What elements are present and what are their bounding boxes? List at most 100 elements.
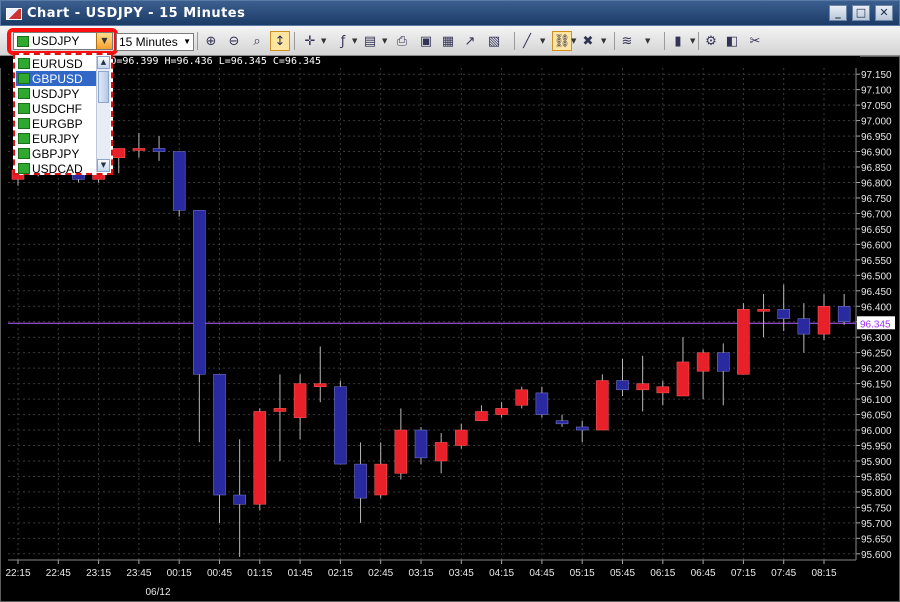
x-tick-label: 22:45 <box>46 568 71 579</box>
chevron-down-icon[interactable]: ▼ <box>540 37 545 45</box>
candle-body[interactable] <box>475 411 488 422</box>
candle-body[interactable] <box>394 429 408 474</box>
candle-body[interactable] <box>676 361 690 397</box>
draw-line-icon[interactable]: ╱ <box>517 31 537 51</box>
candle-body[interactable] <box>817 306 831 335</box>
candle-body[interactable] <box>717 352 730 372</box>
candle-body[interactable] <box>596 380 609 431</box>
candle-body[interactable] <box>737 309 750 375</box>
candle-body[interactable] <box>132 148 146 151</box>
zoom-in-icon[interactable]: ⊕ <box>201 31 221 51</box>
dropdown-item-eurjpy[interactable]: EURJPY <box>16 131 97 146</box>
candle-body[interactable] <box>777 309 790 319</box>
dropdown-item-gbpusd[interactable]: GBPUSD <box>16 71 97 86</box>
scroll-up-icon[interactable]: ▲ <box>97 56 110 69</box>
fibonacci-icon[interactable]: ≋ <box>617 31 637 51</box>
candlestick-chart[interactable]: 95.600 95.650 95.700 95.750 95.800 95.850 95.9… <box>0 56 900 602</box>
chevron-down-icon[interactable]: ▼ <box>321 37 326 45</box>
candle-body[interactable] <box>495 408 508 415</box>
candle-body[interactable] <box>434 442 448 462</box>
zoom-out-icon[interactable]: ⊖ <box>224 31 244 51</box>
x-tick-label: 22:15 <box>5 568 30 579</box>
dropdown-item-eurgbp[interactable]: EURGBP <box>16 116 97 131</box>
auto-scale-icon[interactable]: ↕ <box>270 31 290 51</box>
candle-body[interactable] <box>797 318 811 335</box>
zoom-fit-icon[interactable]: ⌕ <box>247 31 267 51</box>
dropdown-item-label: USDCHF <box>32 101 82 116</box>
chevron-down-icon[interactable]: ▼ <box>382 37 387 45</box>
window-titlebar: Chart - USDJPY - 15 Minutes _ □ ✕ <box>0 0 900 26</box>
candle-body[interactable] <box>575 426 589 431</box>
candle-body[interactable] <box>837 306 851 322</box>
eraser-icon[interactable]: ◧ <box>722 31 742 51</box>
chart-area[interactable]: 95.600 95.650 95.700 95.750 95.800 95.850 95.9… <box>0 56 900 602</box>
x-tick-label: 03:45 <box>449 568 474 579</box>
candle-body[interactable] <box>314 383 327 387</box>
save-icon[interactable]: ▣ <box>416 31 436 51</box>
x-tick-label: 00:45 <box>207 568 232 579</box>
scroll-down-icon[interactable]: ▼ <box>97 159 110 172</box>
tools-icon[interactable]: ✂ <box>745 31 765 51</box>
crosshair-icon[interactable]: ✛ <box>300 31 320 51</box>
chevron-down-icon[interactable]: ▼ <box>571 37 576 45</box>
candle-body[interactable] <box>535 392 549 415</box>
chevron-down-icon[interactable]: ▼ <box>352 37 357 45</box>
candle-body[interactable] <box>172 151 186 211</box>
dropdown-item-label: USDJPY <box>32 86 80 101</box>
dropdown-item-label: EURJPY <box>32 131 80 146</box>
scroll-thumb[interactable] <box>98 71 109 103</box>
candle-body[interactable] <box>636 383 649 391</box>
chevron-down-icon[interactable]: ▼ <box>690 37 695 45</box>
candle-body[interactable] <box>334 386 347 465</box>
settings-icon[interactable]: ⚙ <box>701 31 721 51</box>
dropdown-item-usdjpy[interactable]: USDJPY <box>16 86 97 101</box>
restore-button[interactable]: □ <box>852 5 870 21</box>
chevron-down-icon[interactable]: ▼ <box>601 37 606 45</box>
candle-body[interactable] <box>414 429 428 459</box>
dropdown-item-usdcad[interactable]: USDCAD <box>16 161 97 176</box>
dropdown-item-label: USDCAD <box>32 161 83 176</box>
symbol-select[interactable]: USDJPY ▼ <box>13 32 113 50</box>
y-tick-label: 97.000 <box>861 117 892 128</box>
candle-body[interactable] <box>253 411 267 505</box>
candle-body[interactable] <box>193 210 206 375</box>
close-button[interactable]: ✕ <box>875 5 893 21</box>
dropdown-item-eurusd[interactable]: EURUSD <box>16 56 97 71</box>
candle-body[interactable] <box>455 429 468 446</box>
template-icon[interactable]: ▤ <box>360 31 380 51</box>
candle-body[interactable] <box>374 463 387 496</box>
line-chart-icon[interactable]: ↗ <box>460 31 480 51</box>
dropdown-item-gbpjpy[interactable]: GBPJPY <box>16 146 97 161</box>
candle-body[interactable] <box>152 148 166 152</box>
candle-body[interactable] <box>696 352 710 372</box>
export-icon[interactable]: ▦ <box>438 31 458 51</box>
dropdown-item-usdchf[interactable]: USDCHF <box>16 101 97 116</box>
dropdown-scrollbar[interactable]: ▲ ▼ <box>96 56 110 172</box>
candle-body[interactable] <box>354 463 367 499</box>
candle-body[interactable] <box>213 374 226 496</box>
candle-body[interactable] <box>273 408 287 412</box>
ohlc-info-line: USDJPY,M15 2:00 O=96.399 H=96.436 L=96.3… <box>0 56 860 68</box>
indicator-icon[interactable]: ƒ <box>333 31 353 51</box>
x-tick-label: 01:45 <box>288 568 313 579</box>
candle-body[interactable] <box>293 383 307 418</box>
minimize-button[interactable]: _ <box>829 5 847 21</box>
link-icon[interactable]: ⛓ <box>552 31 572 51</box>
candle-body[interactable] <box>515 389 528 406</box>
candle-body[interactable] <box>616 380 629 391</box>
chevron-down-icon[interactable]: ▼ <box>645 37 650 45</box>
report-icon[interactable]: ▧ <box>484 31 504 51</box>
candle-body[interactable] <box>555 420 569 425</box>
candle-body[interactable] <box>233 494 246 505</box>
print-icon[interactable]: ⎙ <box>392 31 412 51</box>
chevron-down-icon[interactable]: ▼ <box>96 33 112 49</box>
dropdown-item-label: EURGBP <box>32 116 83 131</box>
candle-body[interactable] <box>656 386 670 394</box>
symbol-dropdown-list[interactable]: EURUSD GBPUSD USDJPY USDCHF EURGBP EURJPY GBPJ… <box>13 53 113 176</box>
toolbar-separator <box>294 32 295 50</box>
candle-body[interactable] <box>757 309 770 312</box>
period-select[interactable]: 15 Minutes ▼ <box>116 33 194 51</box>
candle-body[interactable] <box>112 148 125 158</box>
candle-chart-icon[interactable]: ▮ <box>668 31 688 51</box>
delete-drawing-icon[interactable]: ✖ <box>578 31 598 51</box>
